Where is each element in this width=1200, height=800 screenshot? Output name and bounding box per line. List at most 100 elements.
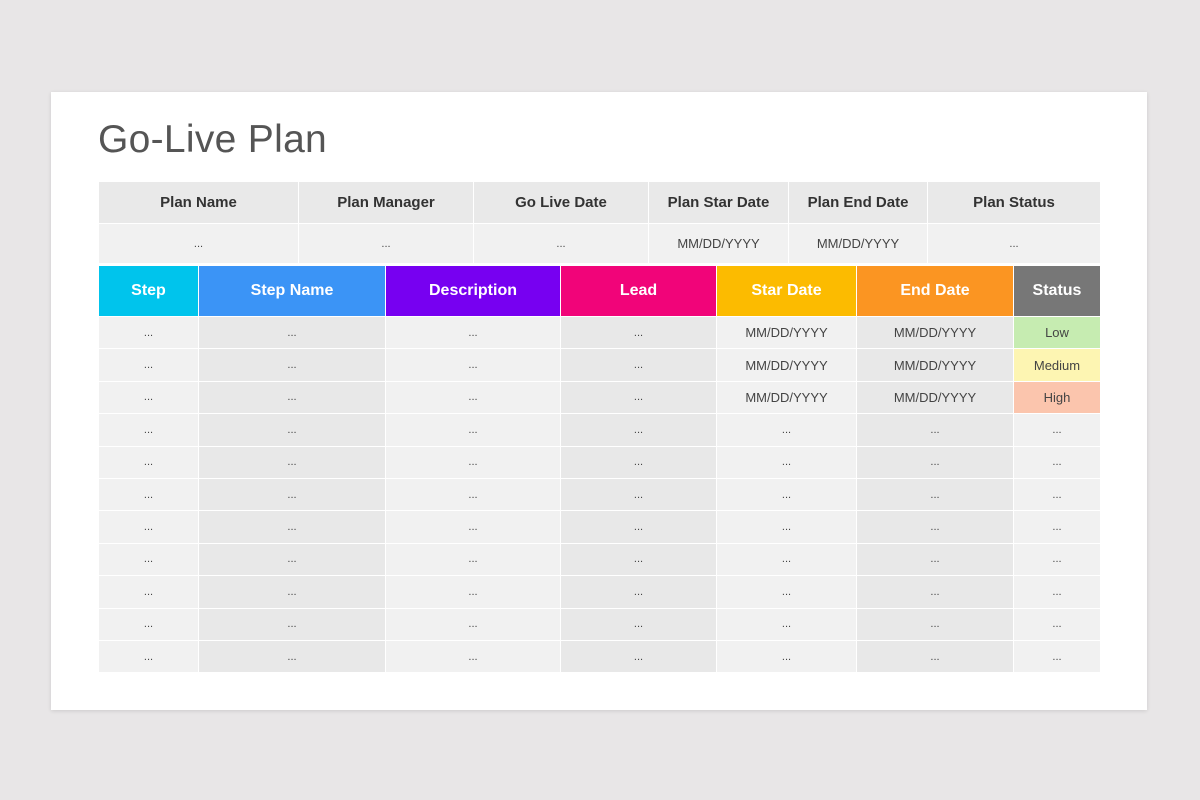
cell-start-date: ... [716, 575, 857, 609]
cell-lead: ... [560, 542, 717, 577]
cell-step-name: ... [198, 542, 386, 577]
cell-step: ... [98, 607, 199, 641]
cell-step-name: ... [198, 445, 386, 479]
cell-step-name: ... [198, 380, 386, 415]
table-row: ..................... [98, 575, 1101, 609]
table-row: ..................... [98, 445, 1101, 479]
cell-start-date: ... [716, 607, 857, 641]
cell-step-name: ... [198, 413, 386, 447]
cell-step-name: ... [198, 510, 386, 544]
summary-header-plan-status: Plan Status [927, 181, 1101, 224]
summary-value-plan-manager: ... [298, 223, 474, 264]
summary-header-plan-name: Plan Name [98, 181, 299, 224]
cell-step: ... [98, 413, 199, 447]
cell-status: ... [1013, 510, 1101, 544]
cell-status: ... [1013, 575, 1101, 609]
cell-step: ... [98, 348, 199, 382]
cell-step: ... [98, 477, 199, 512]
cell-step: ... [98, 542, 199, 577]
cell-start-date: ... [716, 445, 857, 479]
cell-lead: ... [560, 639, 717, 674]
steps-body: ............ MM/DD/YYYY MM/DD/YYYY Low.....… [98, 315, 1101, 674]
cell-end-date: ... [856, 575, 1014, 609]
cell-status: ... [1013, 477, 1101, 512]
cell-end-date: MM/DD/YYYY [856, 348, 1014, 382]
cell-step: ... [98, 639, 199, 674]
cell-description: ... [385, 380, 561, 415]
cell-end-date: ... [856, 510, 1014, 544]
column-header-start-date: Star Date [716, 265, 857, 317]
cell-end-date: ... [856, 445, 1014, 479]
table-row: ..................... [98, 542, 1101, 577]
cell-start-date: ... [716, 477, 857, 512]
cell-status: ... [1013, 542, 1101, 577]
cell-end-date: ... [856, 607, 1014, 641]
cell-description: ... [385, 413, 561, 447]
cell-end-date: ... [856, 542, 1014, 577]
status-badge: High [1013, 380, 1101, 415]
cell-description: ... [385, 639, 561, 674]
cell-step: ... [98, 315, 199, 350]
plan-summary-table: Plan Name Plan Manager Go Live Date Plan… [98, 181, 1101, 264]
summary-header-go-live-date: Go Live Date [473, 181, 649, 224]
cell-lead: ... [560, 607, 717, 641]
column-header-description: Description [385, 265, 561, 317]
cell-start-date: ... [716, 510, 857, 544]
summary-value-go-live-date: ... [473, 223, 649, 264]
cell-start-date: MM/DD/YYYY [716, 315, 857, 350]
cell-lead: ... [560, 413, 717, 447]
cell-end-date: MM/DD/YYYY [856, 380, 1014, 415]
summary-header-plan-manager: Plan Manager [298, 181, 474, 224]
cell-step: ... [98, 575, 199, 609]
summary-value-plan-end-date: MM/DD/YYYY [788, 223, 928, 264]
cell-step-name: ... [198, 477, 386, 512]
table-row: ..................... [98, 477, 1101, 512]
column-header-step: Step [98, 265, 199, 317]
cell-description: ... [385, 445, 561, 479]
cell-step: ... [98, 380, 199, 415]
cell-lead: ... [560, 380, 717, 415]
cell-step-name: ... [198, 348, 386, 382]
cell-status: ... [1013, 445, 1101, 479]
column-header-step-name: Step Name [198, 265, 386, 317]
steps-header-row: Step Step Name Description Lead Star Date End… [98, 265, 1101, 317]
cell-step-name: ... [198, 575, 386, 609]
cell-start-date: MM/DD/YYYY [716, 380, 857, 415]
cell-start-date: ... [716, 542, 857, 577]
cell-start-date: ... [716, 413, 857, 447]
cell-status: ... [1013, 413, 1101, 447]
status-badge: Medium [1013, 348, 1101, 382]
cell-description: ... [385, 575, 561, 609]
table-row: ............ MM/DD/YYYY MM/DD/YYYY High [98, 380, 1101, 415]
summary-value-plan-start-date: MM/DD/YYYY [648, 223, 789, 264]
cell-description: ... [385, 477, 561, 512]
table-row: ............ MM/DD/YYYY MM/DD/YYYY Low [98, 315, 1101, 350]
cell-description: ... [385, 348, 561, 382]
summary-value-plan-name: ... [98, 223, 299, 264]
summary-value-row: ... ... ... MM/DD/YYYY MM/DD/YYYY ... [98, 223, 1101, 264]
cell-description: ... [385, 542, 561, 577]
summary-value-plan-status: ... [927, 223, 1101, 264]
column-header-lead: Lead [560, 265, 717, 317]
cell-step-name: ... [198, 607, 386, 641]
cell-status: ... [1013, 607, 1101, 641]
cell-start-date: MM/DD/YYYY [716, 348, 857, 382]
page-title: Go-Live Plan [98, 118, 328, 161]
slide-card: Go-Live Plan Plan Name Plan Manager Go L… [51, 92, 1147, 710]
table-row: ..................... [98, 639, 1101, 674]
cell-lead: ... [560, 315, 717, 350]
cell-step: ... [98, 445, 199, 479]
cell-end-date: ... [856, 639, 1014, 674]
cell-lead: ... [560, 348, 717, 382]
cell-step-name: ... [198, 639, 386, 674]
cell-start-date: ... [716, 639, 857, 674]
column-header-end-date: End Date [856, 265, 1014, 317]
summary-header-plan-end-date: Plan End Date [788, 181, 928, 224]
cell-description: ... [385, 315, 561, 350]
table-row: ..................... [98, 510, 1101, 544]
column-header-status: Status [1013, 265, 1101, 317]
cell-end-date: ... [856, 413, 1014, 447]
cell-status: ... [1013, 639, 1101, 674]
cell-lead: ... [560, 510, 717, 544]
table-row: ............ MM/DD/YYYY MM/DD/YYYY Medium [98, 348, 1101, 382]
